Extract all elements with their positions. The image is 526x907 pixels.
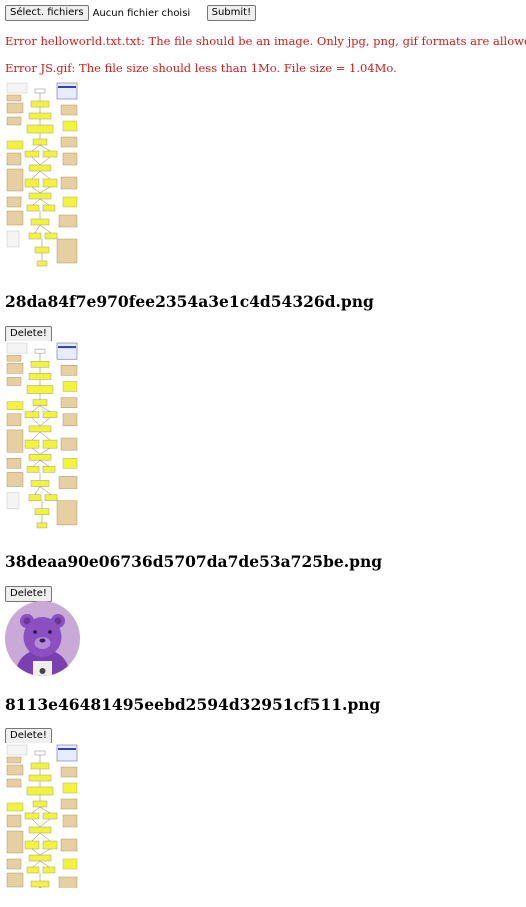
uploaded-image-flowchart: [5, 341, 79, 531]
error-message-file-size: Error JS.gif: The file size should less …: [5, 61, 397, 75]
delete-button[interactable]: Delete!: [5, 586, 52, 602]
file-name: 38deaa90e06736d5707da7de53a725be.png: [5, 552, 383, 571]
file-name: 28da84f7e970fee2354a3e1c4d54326d.png: [5, 292, 374, 311]
upload-form: Sélect. fichiers Aucun fichier choisi Su…: [5, 4, 521, 22]
upload-page: Sélect. fichiers Aucun fichier choisi Su…: [5, 4, 526, 888]
uploaded-image-bear-avatar: [5, 601, 80, 676]
delete-button[interactable]: Delete!: [5, 326, 52, 342]
file-name: 8113e46481495eebd2594d32951cf511.png: [5, 695, 381, 714]
uploaded-image-flowchart: [5, 743, 79, 888]
delete-button[interactable]: Delete!: [5, 728, 52, 744]
submit-button[interactable]: Submit!: [206, 5, 257, 21]
error-message-invalid-format: Error helloworld.txt.txt: The file shoul…: [5, 34, 526, 48]
choose-files-button[interactable]: Sélect. fichiers: [5, 5, 89, 21]
file-status-text: Aucun fichier choisi: [92, 7, 191, 19]
uploaded-image-flowchart: [5, 81, 79, 269]
